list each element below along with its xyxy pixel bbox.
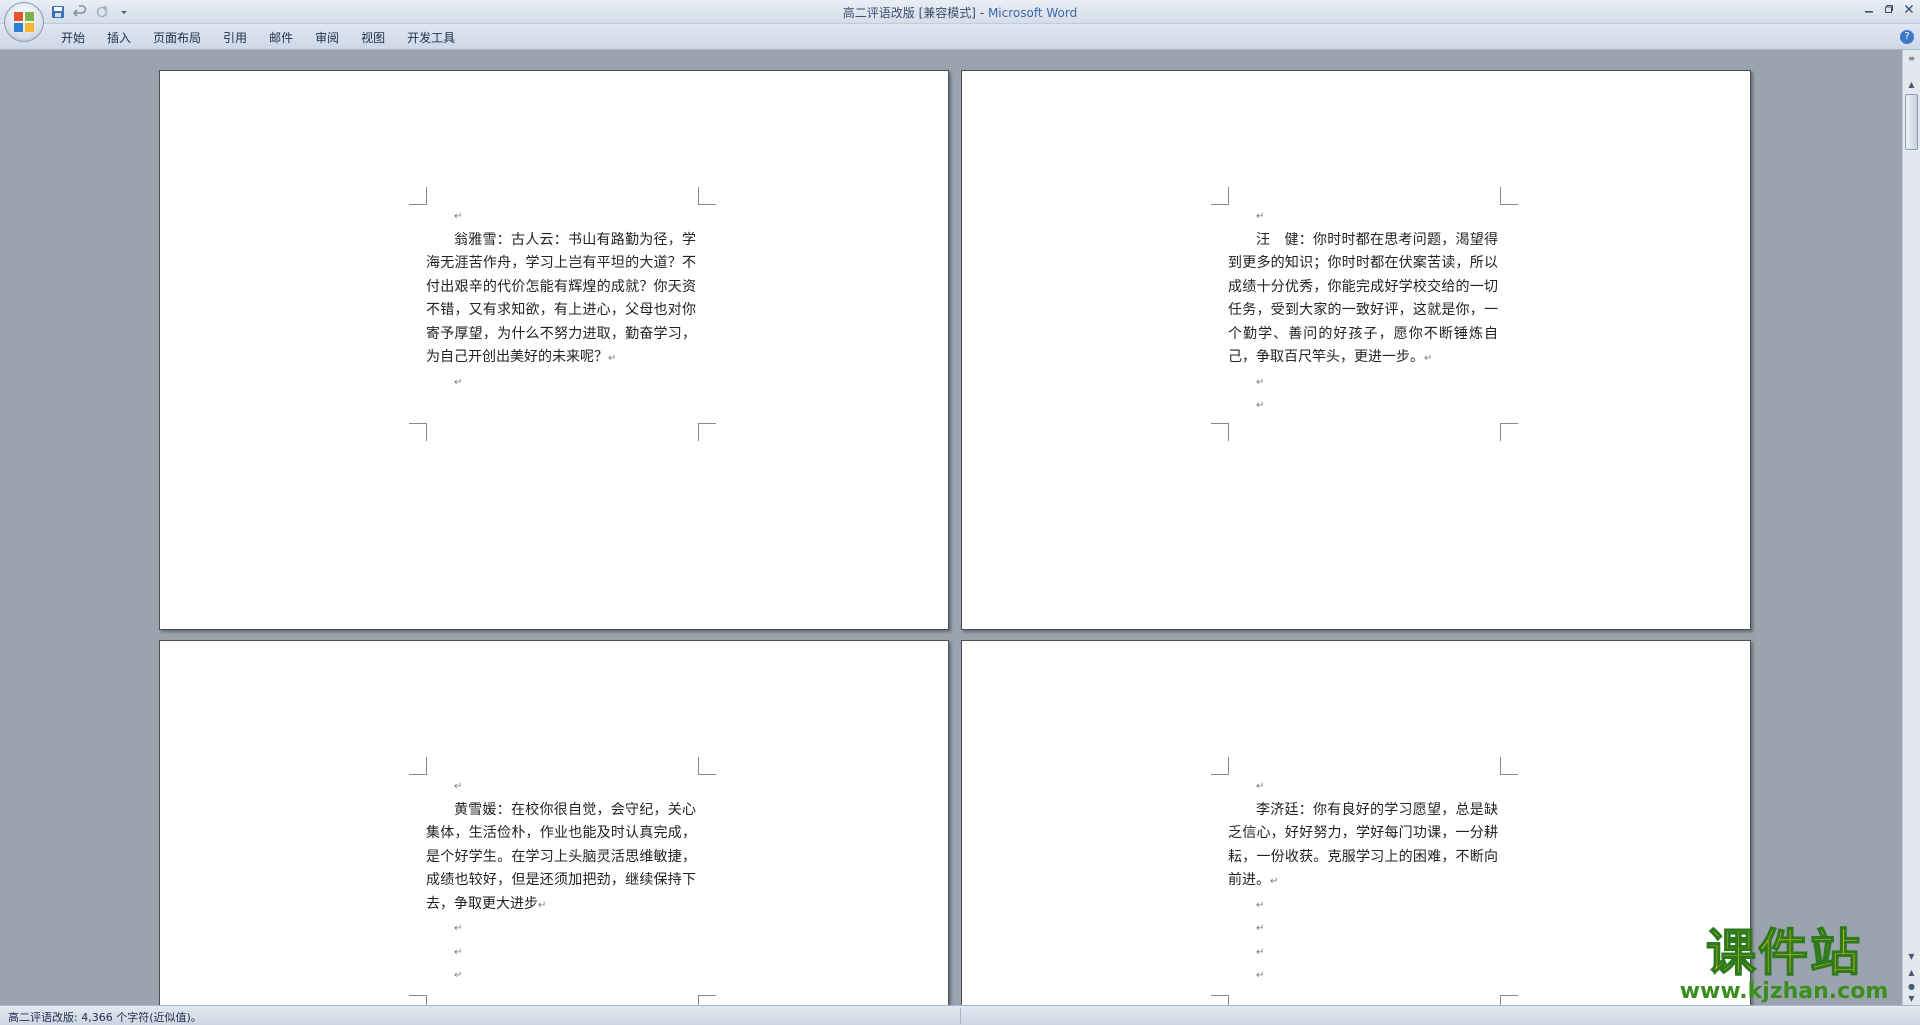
crop-mark bbox=[409, 757, 427, 775]
tab-home[interactable]: 开始 bbox=[50, 29, 96, 47]
empty-paragraph-mark: ↵ bbox=[1256, 970, 1265, 981]
tab-view[interactable]: 视图 bbox=[350, 29, 396, 47]
empty-paragraph-mark: ↵ bbox=[1256, 923, 1265, 934]
title-bar: 高二评语改版 [兼容模式] - Microsoft Word bbox=[0, 0, 1920, 24]
tab-page-layout[interactable]: 页面布局 bbox=[142, 29, 212, 47]
crop-mark bbox=[698, 757, 716, 775]
window-title: 高二评语改版 [兼容模式] - Microsoft Word bbox=[0, 4, 1920, 21]
crop-mark bbox=[1500, 995, 1518, 1005]
page-4[interactable]: ↵ 李济廷：你有良好的学习愿望，总是缺乏信心，好好努力，学好每门功课，一分耕耘，… bbox=[961, 640, 1751, 1005]
empty-paragraph-mark: ↵ bbox=[1256, 211, 1265, 222]
empty-paragraph-mark: ↵ bbox=[454, 376, 463, 388]
comment-text: 黄雪媛：在校你很自觉，会守纪，关心集体，生活俭朴，作业也能及时认真完成，是个好学… bbox=[426, 801, 696, 912]
comment-text: 李济廷：你有良好的学习愿望，总是缺乏信心，好好努力，学好每门功课，一分耕耘，一份… bbox=[1228, 801, 1498, 889]
crop-mark bbox=[409, 187, 427, 205]
empty-paragraph-mark: ↵ bbox=[454, 211, 463, 222]
restore-icon[interactable] bbox=[1882, 2, 1896, 16]
page-1[interactable]: ↵ 翁雅雪：古人云：书山有路勤为径，学海无涯苦作舟，学习上岂有平坦的大道？不付出… bbox=[159, 70, 949, 630]
tab-references[interactable]: 引用 bbox=[212, 29, 258, 47]
tab-review[interactable]: 审阅 bbox=[304, 29, 350, 47]
empty-paragraph-mark: ↵ bbox=[1256, 376, 1265, 388]
crop-mark bbox=[698, 187, 716, 205]
scrollbar-thumb[interactable] bbox=[1905, 94, 1918, 150]
paragraph-mark: ↵ bbox=[1270, 876, 1279, 887]
next-page-icon[interactable]: ▼ bbox=[1905, 992, 1918, 1005]
vertical-scrollbar[interactable]: ≡ ▲ ▼ ▲ ● ▼ bbox=[1902, 50, 1920, 1005]
empty-paragraph-mark: ↵ bbox=[1256, 899, 1265, 911]
scroll-down-icon[interactable]: ▼ bbox=[1905, 950, 1918, 963]
comment-text-block: ↵ 黄雪媛：在校你很自觉，会守纪，关心集体，生活俭朴，作业也能及时认真完成，是个… bbox=[426, 775, 696, 988]
crop-mark bbox=[1211, 187, 1229, 205]
comment-text-block: ↵ 汪 健：你时时都在思考问题，渴望得到更多的知识；你时时都在伏案苦读，所以成绩… bbox=[1228, 205, 1498, 418]
app-name: Microsoft Word bbox=[987, 6, 1078, 20]
ribbon-tabs: 开始 插入 页面布局 引用 邮件 审阅 视图 开发工具 bbox=[50, 29, 466, 47]
comment-paragraph[interactable]: 汪 健：你时时都在思考问题，渴望得到更多的知识；你时时都在伏案苦读，所以成绩十分… bbox=[1228, 229, 1498, 371]
comment-text: 翁雅雪：古人云：书山有路勤为径，学海无涯苦作舟，学习上岂有平坦的大道？不付出艰辛… bbox=[426, 231, 696, 366]
crop-mark bbox=[1211, 423, 1229, 441]
comment-paragraph[interactable]: 李济廷：你有良好的学习愿望，总是缺乏信心，好好努力，学好每门功课，一分耕耘，一份… bbox=[1228, 799, 1498, 894]
crop-mark bbox=[698, 423, 716, 441]
tab-mailings[interactable]: 邮件 bbox=[258, 29, 304, 47]
watermark-logo: 课件站 bbox=[1705, 924, 1862, 982]
previous-page-icon[interactable]: ▲ bbox=[1905, 966, 1918, 979]
office-logo-icon bbox=[14, 12, 34, 32]
status-bar: 高二评语改版: 4,366 个字符(近似值)。 bbox=[0, 1005, 1920, 1025]
empty-paragraph-mark: ↵ bbox=[454, 781, 463, 792]
empty-paragraph-mark: ↵ bbox=[1256, 400, 1265, 411]
office-button[interactable] bbox=[4, 2, 44, 42]
document-area[interactable]: ↵ 翁雅雪：古人云：书山有路勤为径，学海无涯苦作舟，学习上岂有平坦的大道？不付出… bbox=[0, 50, 1902, 1005]
scroll-up-icon[interactable]: ▲ bbox=[1905, 78, 1918, 91]
crop-mark bbox=[409, 995, 427, 1005]
comment-paragraph[interactable]: 翁雅雪：古人云：书山有路勤为径，学海无涯苦作舟，学习上岂有平坦的大道？不付出艰辛… bbox=[426, 229, 696, 371]
comment-text-block: ↵ 李济廷：你有良好的学习愿望，总是缺乏信心，好好努力，学好每门功课，一分耕耘，… bbox=[1228, 775, 1498, 988]
empty-paragraph-mark: ↵ bbox=[454, 923, 463, 934]
empty-paragraph-mark: ↵ bbox=[1256, 946, 1265, 958]
status-word-count[interactable]: 高二评语改版: 4,366 个字符(近似值)。 bbox=[8, 1009, 202, 1025]
empty-paragraph-mark: ↵ bbox=[1256, 781, 1265, 792]
comment-paragraph[interactable]: 黄雪媛：在校你很自觉，会守纪，关心集体，生活俭朴，作业也能及时认真完成，是个好学… bbox=[426, 799, 696, 918]
empty-paragraph-mark: ↵ bbox=[454, 946, 463, 958]
minimize-icon[interactable] bbox=[1862, 2, 1876, 16]
ruler-toggle-icon[interactable]: ≡ bbox=[1905, 52, 1918, 65]
paragraph-mark: ↵ bbox=[1424, 353, 1433, 364]
help-icon[interactable]: ? bbox=[1900, 30, 1914, 44]
comment-text-block: ↵ 翁雅雪：古人云：书山有路勤为径，学海无涯苦作舟，学习上岂有平坦的大道？不付出… bbox=[426, 205, 696, 394]
status-divider bbox=[960, 1008, 961, 1024]
crop-mark bbox=[409, 423, 427, 441]
tab-developer[interactable]: 开发工具 bbox=[396, 29, 466, 47]
document-name: 高二评语改版 [兼容模式] bbox=[842, 6, 976, 20]
window-controls bbox=[1862, 2, 1916, 16]
page-2[interactable]: ↵ 汪 健：你时时都在思考问题，渴望得到更多的知识；你时时都在伏案苦读，所以成绩… bbox=[961, 70, 1751, 630]
crop-mark bbox=[1500, 757, 1518, 775]
watermark: 课件站 www.kjzhan.com bbox=[1668, 924, 1900, 1005]
crop-mark bbox=[1500, 423, 1518, 441]
ribbon-tab-strip: 开始 插入 页面布局 引用 邮件 审阅 视图 开发工具 ? bbox=[0, 24, 1920, 50]
crop-mark bbox=[1500, 187, 1518, 205]
tab-insert[interactable]: 插入 bbox=[96, 29, 142, 47]
paragraph-mark: ↵ bbox=[608, 353, 617, 364]
empty-paragraph-mark: ↵ bbox=[454, 970, 463, 981]
crop-mark bbox=[1211, 757, 1229, 775]
page-3[interactable]: ↵ 黄雪媛：在校你很自觉，会守纪，关心集体，生活俭朴，作业也能及时认真完成，是个… bbox=[159, 640, 949, 1005]
watermark-url: www.kjzhan.com bbox=[1679, 979, 1889, 1004]
crop-mark bbox=[698, 995, 716, 1005]
crop-mark bbox=[1211, 995, 1229, 1005]
comment-text: 汪 健：你时时都在思考问题，渴望得到更多的知识；你时时都在伏案苦读，所以成绩十分… bbox=[1228, 231, 1498, 366]
paragraph-mark: ↵ bbox=[538, 899, 547, 911]
close-icon[interactable] bbox=[1902, 2, 1916, 16]
title-separator: - bbox=[975, 6, 988, 20]
